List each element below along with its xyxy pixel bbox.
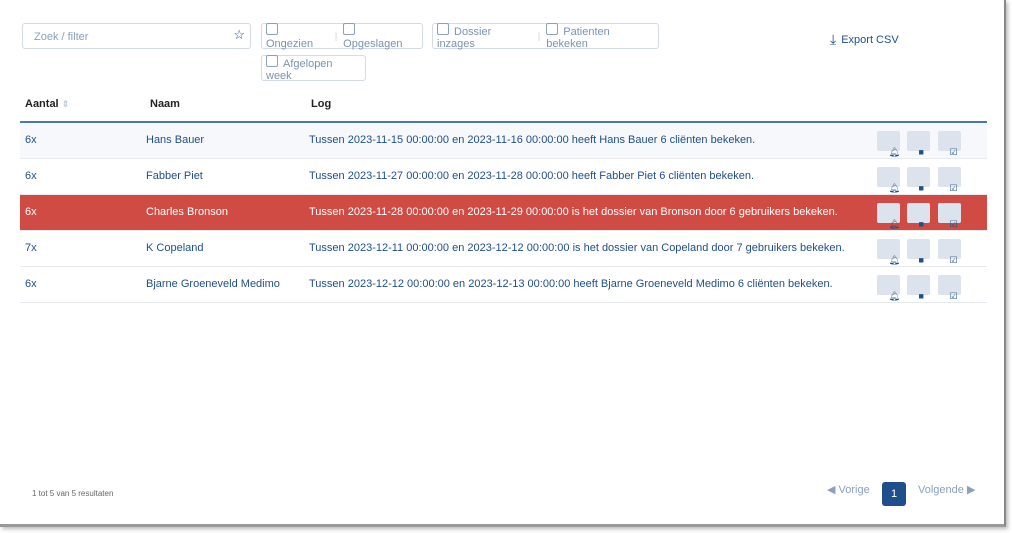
sort-icon[interactable]: ⇕ bbox=[62, 99, 70, 109]
filter-opgeslagen[interactable]: Opgeslagen bbox=[343, 22, 418, 50]
notify-button[interactable]: 🔔︎ bbox=[877, 275, 900, 301]
column-naam: Naam bbox=[150, 98, 180, 110]
save-button[interactable]: ■ bbox=[907, 239, 930, 265]
window: ☆ Ongezien | Opgeslagen Dossier inzages … bbox=[0, 0, 1006, 527]
filter-dossier[interactable]: Dossier inzages bbox=[437, 22, 532, 50]
export-csv-button[interactable]: ⤓ Export CSV bbox=[830, 31, 899, 48]
mark-seen-button[interactable]: ☑ bbox=[938, 131, 961, 157]
results-count: 1 tot 5 van 5 resultaten bbox=[32, 489, 114, 498]
mark-seen-button[interactable]: ☑ bbox=[938, 239, 961, 265]
filter-patienten[interactable]: Patienten bekeken bbox=[546, 22, 654, 50]
download-icon: ⤓ bbox=[830, 31, 837, 47]
cell-aantal: 6x bbox=[25, 278, 37, 290]
filter-group-week: Afgelopen week bbox=[261, 54, 366, 82]
filter-group-status: Ongezien | Opgeslagen bbox=[261, 22, 423, 50]
search-input[interactable] bbox=[32, 30, 226, 44]
table-row[interactable]: 6x Hans Bauer Tussen 2023-11-15 00:00:00… bbox=[20, 123, 987, 159]
cell-log: Tussen 2023-12-12 00:00:00 en 2023-12-13… bbox=[309, 278, 833, 290]
cell-naam[interactable]: K Copeland bbox=[146, 242, 204, 254]
table-row[interactable]: 7x K Copeland Tussen 2023-12-11 00:00:00… bbox=[20, 231, 987, 267]
filter-ongezien[interactable]: Ongezien bbox=[266, 22, 329, 50]
cell-aantal: 6x bbox=[25, 134, 37, 146]
label: Aantal bbox=[25, 98, 59, 110]
page-1-button[interactable]: 1 bbox=[882, 482, 906, 506]
check-square-icon: ☑ bbox=[949, 291, 958, 301]
checkbox[interactable] bbox=[343, 22, 356, 35]
mark-seen-button[interactable]: ☑ bbox=[938, 275, 961, 301]
cell-aantal: 6x bbox=[25, 206, 37, 218]
save-button[interactable]: ■ bbox=[907, 167, 930, 193]
notify-button[interactable]: 🔔︎ bbox=[877, 203, 900, 229]
column-aantal[interactable]: Aantal ⇕ bbox=[25, 98, 69, 110]
cell-aantal: 7x bbox=[25, 242, 37, 254]
cell-naam[interactable]: Bjarne Groeneveld Medimo bbox=[146, 278, 280, 290]
mark-seen-button[interactable]: ☑ bbox=[938, 203, 961, 229]
notify-button[interactable]: 🔔︎ bbox=[877, 239, 900, 265]
divider: | bbox=[537, 31, 541, 41]
column-log: Log bbox=[311, 98, 332, 110]
save-button[interactable]: ■ bbox=[907, 131, 930, 157]
cell-log: Tussen 2023-11-15 00:00:00 en 2023-11-16… bbox=[309, 134, 756, 146]
table-row[interactable]: 6x Bjarne Groeneveld Medimo Tussen 2023-… bbox=[20, 267, 987, 303]
notify-button[interactable]: 🔔︎ bbox=[877, 131, 900, 157]
divider: | bbox=[334, 31, 338, 41]
table-row[interactable]: 6x Fabber Piet Tussen 2023-11-27 00:00:0… bbox=[20, 159, 987, 195]
checkbox[interactable] bbox=[266, 22, 278, 35]
next-button[interactable]: Volgende ▶ bbox=[918, 483, 975, 496]
bell-icon: 🔔︎ bbox=[888, 291, 900, 301]
save-button[interactable]: ■ bbox=[907, 203, 930, 229]
cell-naam[interactable]: Fabber Piet bbox=[146, 170, 203, 182]
floppy-icon: ■ bbox=[918, 291, 924, 301]
search-box[interactable]: ☆ bbox=[22, 23, 251, 49]
label: Volgende bbox=[918, 484, 964, 496]
save-button[interactable]: ■ bbox=[907, 275, 930, 301]
cell-naam[interactable]: Charles Bronson bbox=[146, 206, 228, 218]
mark-seen-button[interactable]: ☑ bbox=[938, 167, 961, 193]
star-icon[interactable]: ☆ bbox=[233, 27, 245, 43]
table-row[interactable]: 6x Charles Bronson Tussen 2023-11-28 00:… bbox=[20, 195, 987, 231]
checkbox[interactable] bbox=[437, 22, 449, 35]
cell-log: Tussen 2023-11-28 00:00:00 en 2023-11-29… bbox=[309, 206, 838, 218]
cell-naam[interactable]: Hans Bauer bbox=[146, 134, 204, 146]
notify-button[interactable]: 🔔︎ bbox=[877, 167, 900, 193]
filter-week[interactable]: Afgelopen week bbox=[266, 54, 361, 82]
filter-group-type: Dossier inzages | Patienten bekeken bbox=[432, 22, 659, 50]
label: Ongezien bbox=[266, 37, 314, 50]
cell-log: Tussen 2023-12-11 00:00:00 en 2023-12-12… bbox=[309, 242, 845, 254]
checkbox[interactable] bbox=[266, 54, 278, 67]
label: Vorige bbox=[838, 484, 870, 496]
checkbox[interactable] bbox=[546, 22, 559, 35]
prev-button[interactable]: ◀ Vorige bbox=[827, 483, 870, 496]
cell-log: Tussen 2023-11-27 00:00:00 en 2023-11-28… bbox=[309, 170, 755, 182]
cell-aantal: 6x bbox=[25, 170, 37, 182]
label: Opgeslagen bbox=[343, 37, 403, 50]
export-label: Export CSV bbox=[841, 33, 899, 46]
